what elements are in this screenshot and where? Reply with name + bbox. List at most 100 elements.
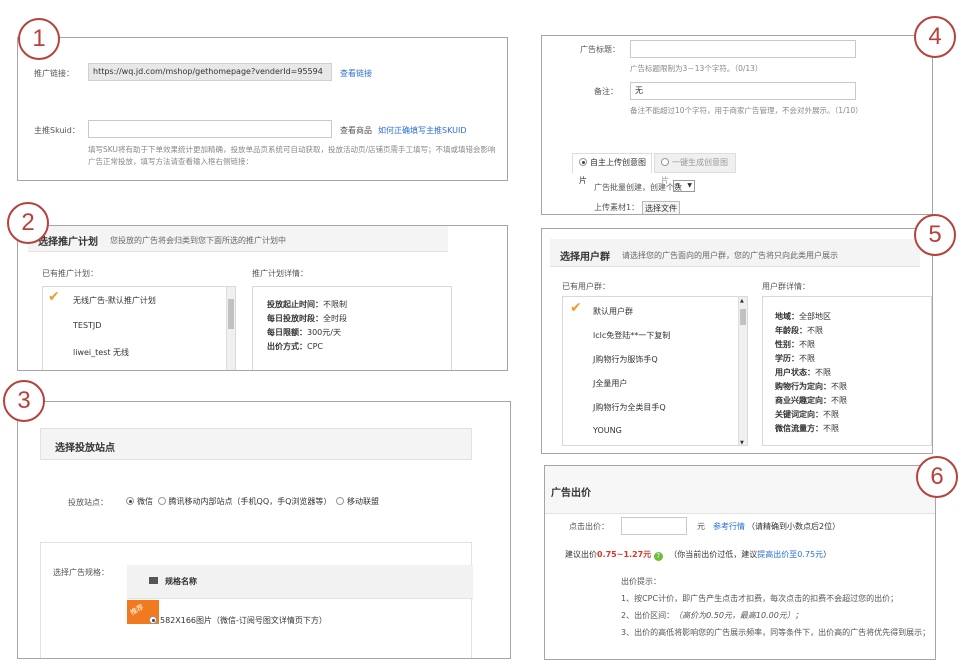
scroll-up-icon[interactable]: ▲ (740, 298, 744, 304)
bid-unit: 元 (697, 522, 705, 531)
user-group-detail-line: 年龄段：不限 (775, 326, 823, 335)
tip-2: 2、出价区间：（高价为0.50元，最高10.00元）； (621, 611, 803, 620)
plan-detail-line: 每日限额：300元/天 (267, 328, 341, 337)
ad-title-label: 广告标题： (580, 45, 620, 54)
site-option-alliance[interactable]: 移动联盟 (335, 497, 379, 506)
suggest-range: 0.75~1.27元 (597, 550, 652, 559)
help-icon[interactable]: ? (653, 552, 663, 561)
bid-title: 广告出价 (551, 488, 591, 499)
badge-3: 3 (3, 380, 45, 422)
user-group-item[interactable]: J购物行为全类目手Q (593, 402, 666, 413)
existing-plans-label: 已有推广计划： (42, 269, 98, 278)
user-group-detail-line: 学历：不限 (775, 354, 815, 363)
plan-detail-line: 出价方式：CPC (267, 342, 323, 351)
promo-link-field[interactable]: https://wq.jd.com/mshop/gethomepage?vend… (88, 63, 332, 81)
user-group-detail-line: 购物行为定向：不限 (775, 382, 847, 391)
plan-subtitle: 您投放的广告将会归类到您下面所选的推广计划中 (110, 236, 286, 245)
ad-title-hint: 广告标题限制为3－13个字符。（0/13） (630, 64, 763, 73)
skuid-hint-line1: 填写SKU将有助于下单效果统计更加精确，投放单品页系统可自动获取，投放活动页/店… (88, 145, 496, 154)
plan-item[interactable]: 无线广告-默认推广计划 (73, 295, 156, 306)
batch-select[interactable]: 1 ▼ (673, 180, 695, 192)
scroll-thumb[interactable] (228, 299, 234, 329)
bid-label: 点击出价： (569, 522, 609, 531)
choose-file-button[interactable]: 选择文件 (642, 201, 680, 214)
note-hint: 备注不能超过10个字符，用于商家广告管理，不会对外展示。（1/10） (630, 106, 863, 115)
user-group-detail-line: 商业兴趣定向：不限 (775, 396, 847, 405)
badge-6: 6 (916, 456, 958, 498)
panel-promo-plan: 选择推广计划 您投放的广告将会归类到您下面所选的推广计划中 已有推广计划： ✔ … (17, 225, 508, 371)
reference-price-link[interactable]: 参考行情 (713, 521, 745, 532)
dropdown-arrow-icon: ▼ (687, 182, 692, 189)
existing-groups-label: 已有用户群： (562, 282, 610, 291)
user-group-subtitle: 请选择您的广告面向的用户群，您的广告将只向此类用户展示 (622, 251, 838, 260)
user-group-header: 选择用户群 请选择您的广告面向的用户群，您的广告将只向此类用户展示 (550, 239, 920, 267)
user-group-scrollbar[interactable]: ▲ ▼ (738, 297, 747, 445)
badge-1: 1 (18, 18, 60, 60)
plan-item[interactable]: liwei_test 无线 (73, 347, 129, 358)
user-group-item[interactable]: J全量用户 (593, 378, 627, 389)
panel-site: 选择投放站点 投放站点： 微信 腾讯移动内部站点（手机QQ，手Q浏览器等） 移动… (17, 401, 511, 659)
scroll-down-icon[interactable]: ▼ (740, 440, 744, 445)
user-group-detail-line: 性别：不限 (775, 340, 815, 349)
user-group-detail-line: 微信流量方：不限 (775, 424, 839, 433)
plan-item[interactable]: TESTJD (73, 321, 101, 330)
user-group-title: 选择用户群 (560, 252, 610, 263)
batch-label: 广告批量创建，创建个数 (594, 183, 682, 192)
user-group-detail-line: 关键词定向：不限 (775, 410, 839, 419)
ad-title-input[interactable] (630, 40, 856, 58)
scroll-thumb[interactable] (740, 309, 746, 325)
badge-4: 4 (914, 16, 956, 58)
view-link-link[interactable]: 查看链接 (340, 68, 372, 79)
skuid-input[interactable] (88, 120, 332, 138)
skuid-hint-line2: 广告正常投放，填写方法请查看输入框右侧链接： (88, 157, 253, 166)
plan-list-scrollbar[interactable] (226, 287, 235, 370)
badge-5: 5 (914, 214, 956, 256)
tab-upload[interactable]: 自主上传创意图片 (572, 153, 652, 185)
how-to-fill-skuid-link[interactable]: 如何正确填写主推SKUID (378, 125, 466, 136)
spec-section: 选择广告规格： 规格名称 推荐 582X166图片（微信-订阅号图文详情页下方） (40, 542, 473, 658)
tips-title: 出价提示： (621, 577, 661, 586)
plan-header: 选择推广计划 您投放的广告将会归类到您下面所选的推广计划中 (28, 226, 448, 252)
badge-2: 2 (7, 202, 49, 244)
promo-link-label: 推广链接： (34, 69, 74, 78)
user-group-detail-label: 用户群详情： (762, 282, 810, 291)
spec-label: 选择广告规格： (53, 568, 109, 577)
plan-detail-label: 推广计划详情： (252, 269, 308, 278)
site-title: 选择投放站点 (55, 443, 115, 454)
panel-ad-title: 广告标题： 广告标题限制为3－13个字符。（0/13） 备注： 无 备注不能超过… (541, 35, 933, 215)
check-icon: ✔ (570, 300, 582, 316)
precision-hint: （请精确到小数点后2位） (747, 522, 841, 531)
site-option-wechat[interactable]: 微信 (126, 497, 153, 506)
spec-column-icon (149, 577, 158, 584)
upload-label: 上传素材1： (594, 203, 640, 212)
site-options: 微信 腾讯移动内部站点（手机QQ，手Q浏览器等） 移动联盟 (126, 496, 379, 507)
spec-table-header: 规格名称 (127, 565, 473, 599)
note-input[interactable]: 无 (630, 82, 856, 100)
user-group-item[interactable]: 默认用户群 (593, 306, 633, 317)
tip-1: 1、按CPC计价，即广告产生点击才扣费，每次点击的扣费不会超过您的出价； (621, 594, 899, 603)
user-group-item[interactable]: YOUNG (593, 426, 622, 435)
plan-title: 选择推广计划 (38, 237, 98, 248)
panel-bid: 广告出价 点击出价： 元 参考行情 （请精确到小数点后2位） 建议出价0.75~… (544, 465, 936, 660)
check-icon: ✔ (48, 289, 60, 305)
raise-bid-link[interactable]: 提高出价至0.75元 (757, 550, 823, 559)
user-group-list[interactable]: ✔ 默认用户群 lclc免登陆**一下复制 J购物行为服饰手Q J全量用户 J购… (562, 296, 748, 446)
plan-list[interactable]: ✔ 无线广告-默认推广计划 TESTJD liwei_test 无线 (42, 286, 236, 370)
site-option-tencent[interactable]: 腾讯移动内部站点（手机QQ，手Q浏览器等） (157, 497, 331, 506)
plan-detail-box: 投放起止时间：不限制 每日投放时段：全时段 每日限额：300元/天 出价方式：C… (252, 286, 452, 370)
tip-3: 3、出价的高低将影响您的广告展示频率，同等条件下，出价高的广告将优先得到展示； (621, 628, 931, 637)
panel-user-group: 选择用户群 请选择您的广告面向的用户群，您的广告将只向此类用户展示 已有用户群：… (541, 228, 933, 454)
view-product-link[interactable]: 查看商品 (340, 125, 372, 136)
user-group-item[interactable]: J购物行为服饰手Q (593, 354, 658, 365)
skuid-label: 主推Skuid： (34, 126, 80, 135)
user-group-item[interactable]: lclc免登陆**一下复制 (593, 330, 670, 341)
spec-item[interactable]: 582X166图片（微信-订阅号图文详情页下方） (149, 615, 327, 626)
tab-generate[interactable]: 一键生成创意图片 (654, 153, 736, 185)
plan-detail-line: 投放起止时间：不限制 (267, 300, 347, 309)
user-group-detail-box: 地域：全部地区 年龄段：不限 性别：不限 学历：不限 用户状态：不限 购物行为定… (762, 296, 932, 446)
suggest-line: 建议出价0.75~1.27元 ? （你当前出价过低，建议提高出价至0.75元） (565, 550, 832, 561)
bid-input[interactable] (621, 517, 687, 535)
spec-column-header: 规格名称 (165, 577, 197, 586)
bid-header: 广告出价 (545, 466, 935, 514)
site-label: 投放站点： (68, 498, 108, 507)
